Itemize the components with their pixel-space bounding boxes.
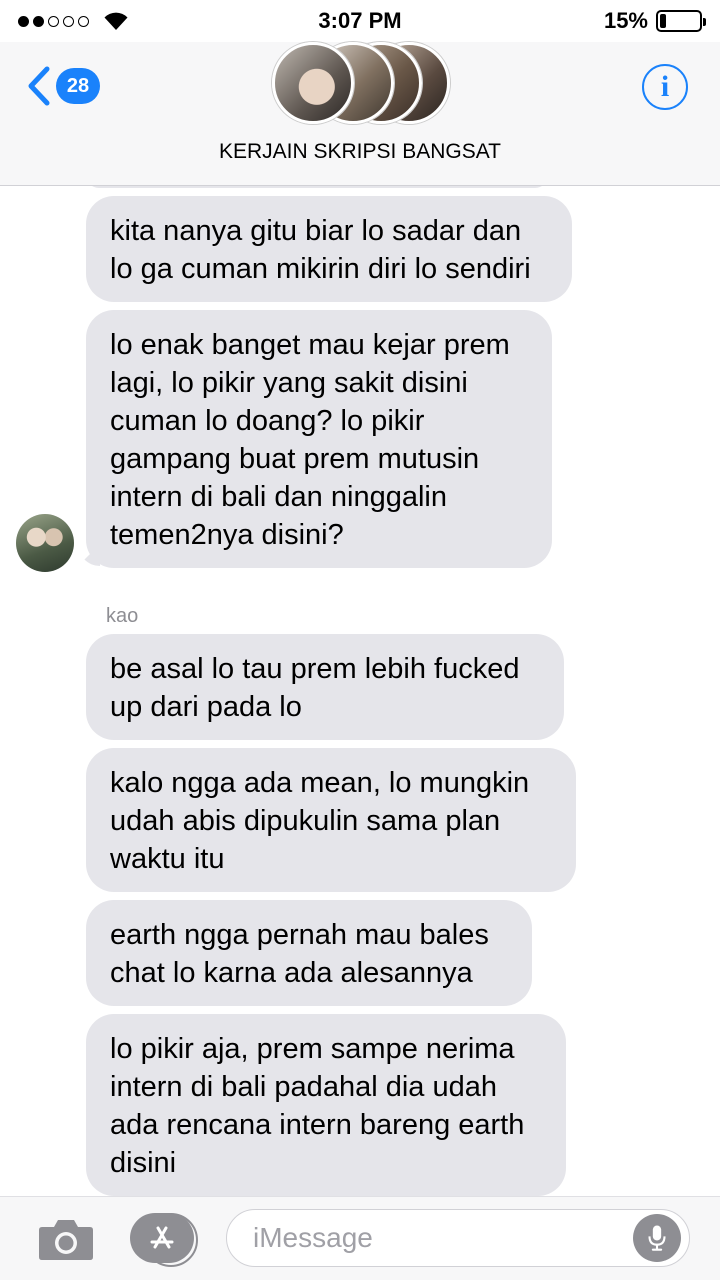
sender-name: kao [106,605,139,627]
group-avatars[interactable] [272,42,452,124]
wifi-icon [104,12,128,30]
unread-count-badge: 28 [56,68,100,104]
message-text: kita nanya gitu biar lo sadar dan lo ga … [110,215,531,285]
message-text: earth ngga pernah mau bales chat lo karn… [110,919,489,989]
signal-dot [63,15,74,27]
battery-icon [656,10,706,32]
app-store-button[interactable] [130,1213,198,1267]
message-bubble[interactable]: earth ngga pernah mau bales chat lo karn… [86,900,532,1006]
sender-avatar[interactable] [16,514,74,572]
message-bubble[interactable]: be asal lo tau prem lebih fucked up dari… [86,634,564,740]
signal-dot [48,15,59,27]
signal-dot [33,15,44,27]
app-store-icon [150,1226,174,1249]
message-bubble[interactable]: lo pikir aja, prem sampe nerima intern d… [86,1014,566,1196]
status-bar: 3:07 PM 15% [0,0,720,42]
back-button[interactable]: 28 [26,66,100,106]
battery-status: 15% [603,8,706,34]
message-input[interactable] [253,1210,633,1266]
message-field[interactable] [226,1209,690,1267]
message-text: lo pikir aja, prem sampe nerima intern d… [110,1033,525,1179]
message-bubble[interactable]: kita nanya gitu biar lo sadar dan lo ga … [86,196,572,302]
message-text: kalo ngga ada mean, lo mungkin udah abis… [110,767,530,875]
microphone-button[interactable] [633,1214,681,1262]
camera-button[interactable] [38,1217,94,1261]
battery-level [660,14,666,28]
message-bubble-partial [86,186,548,188]
message-bubble[interactable]: lo enak banget mau kejar prem lagi, lo p… [86,310,552,568]
message-text: be asal lo tau prem lebih fucked up dari… [110,653,520,723]
info-button[interactable]: i [642,64,688,110]
message-bubble[interactable]: kalo ngga ada mean, lo mungkin udah abis… [86,748,576,892]
group-title[interactable]: KERJAIN SKRIPSI BANGSAT [0,140,720,164]
signal-dot [78,15,89,27]
message-thread[interactable]: kita nanya gitu biar lo sadar dan lo ga … [0,186,720,1196]
microphone-icon [648,1225,666,1251]
cellular-signal [18,11,129,31]
info-icon: i [660,70,670,103]
group-member-avatar [272,42,354,124]
signal-dot [18,15,29,27]
imessage-screen: 3:07 PM 15% 28 i KERJAIN SKRIPSI BANGSAT [0,0,720,1280]
message-text: lo enak banget mau kejar prem lagi, lo p… [110,329,510,551]
conversation-header: 28 i KERJAIN SKRIPSI BANGSAT [0,42,720,186]
compose-bar [0,1196,720,1280]
battery-percent: 15% [603,8,648,33]
camera-icon [39,1220,93,1260]
chevron-left-icon [28,66,50,106]
